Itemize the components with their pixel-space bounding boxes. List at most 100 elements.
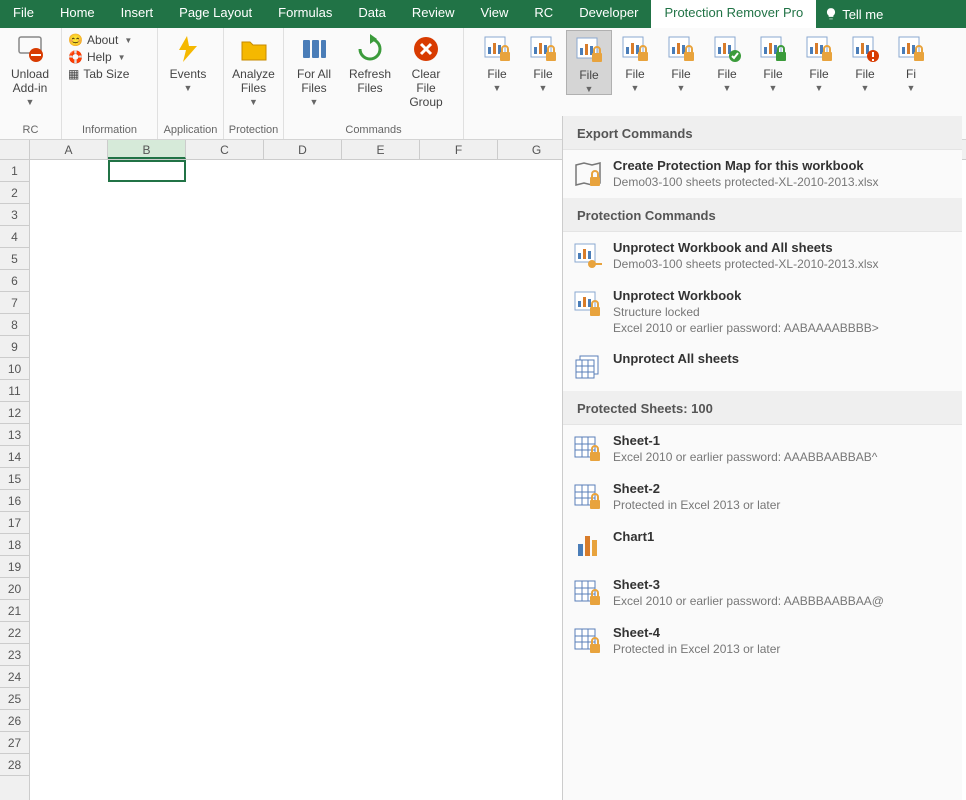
row-header-20[interactable]: 20 [0, 578, 29, 600]
row-header-5[interactable]: 5 [0, 248, 29, 270]
file-dropdown-menu: Export Commands Create Protection Map fo… [562, 116, 962, 800]
row-header-23[interactable]: 23 [0, 644, 29, 666]
sheet-item[interactable]: Sheet-3Excel 2010 or earlier password: A… [563, 569, 962, 617]
file-lock-icon [481, 33, 513, 65]
row-header-28[interactable]: 28 [0, 754, 29, 776]
row-header-2[interactable]: 2 [0, 182, 29, 204]
column-header-F[interactable]: F [420, 140, 498, 159]
chevron-down-icon: ▼ [907, 83, 916, 93]
tab-rc[interactable]: RC [521, 0, 566, 28]
events-button[interactable]: Events ▼ [160, 30, 216, 93]
column-header-E[interactable]: E [342, 140, 420, 159]
select-all-corner[interactable] [0, 140, 30, 160]
row-header-13[interactable]: 13 [0, 424, 29, 446]
row-header-1[interactable]: 1 [0, 160, 29, 182]
create-protection-map-item[interactable]: Create Protection Map for this workbook … [563, 150, 962, 198]
section-export-commands: Export Commands [563, 116, 962, 150]
file-button-3[interactable]: File▼ [566, 30, 612, 95]
sheet-item[interactable]: Chart1 [563, 521, 962, 569]
unprotect-wb-all-item[interactable]: Unprotect Workbook and All sheets Demo03… [563, 232, 962, 280]
row-header-11[interactable]: 11 [0, 380, 29, 402]
row-header-6[interactable]: 6 [0, 270, 29, 292]
unprotect-workbook-item[interactable]: Unprotect Workbook Structure locked Exce… [563, 280, 962, 343]
row-header-24[interactable]: 24 [0, 666, 29, 688]
file-button-10[interactable]: Fi▼ [888, 30, 934, 93]
row-header-12[interactable]: 12 [0, 402, 29, 424]
file-button-2[interactable]: File▼ [520, 30, 566, 93]
tab-home[interactable]: Home [47, 0, 108, 28]
row-header-22[interactable]: 22 [0, 622, 29, 644]
file-button-5[interactable]: File▼ [658, 30, 704, 93]
row-header-18[interactable]: 18 [0, 534, 29, 556]
refresh-files-button[interactable]: Refresh Files [342, 30, 398, 95]
file-button-9[interactable]: File▼ [842, 30, 888, 93]
row-header-4[interactable]: 4 [0, 226, 29, 248]
about-button[interactable]: 😊 About ▼ [68, 33, 132, 47]
column-header-C[interactable]: C [186, 140, 264, 159]
file-button-4[interactable]: File▼ [612, 30, 658, 93]
chart-icon [571, 529, 603, 561]
unprotect-all-sheets-item[interactable]: Unprotect All sheets [563, 343, 962, 391]
row-header-7[interactable]: 7 [0, 292, 29, 314]
row-header-8[interactable]: 8 [0, 314, 29, 336]
tab-review[interactable]: Review [399, 0, 468, 28]
row-header-15[interactable]: 15 [0, 468, 29, 490]
sheet-item[interactable]: Sheet-2Protected in Excel 2013 or later [563, 473, 962, 521]
section-protected-sheets: Protected Sheets: 100 [563, 391, 962, 425]
section-protection-commands: Protection Commands [563, 198, 962, 232]
row-header-14[interactable]: 14 [0, 446, 29, 468]
file-button-8[interactable]: File▼ [796, 30, 842, 93]
column-header-D[interactable]: D [264, 140, 342, 159]
row-header-3[interactable]: 3 [0, 204, 29, 226]
file-button-6[interactable]: File▼ [704, 30, 750, 93]
refresh-icon [354, 33, 386, 65]
file-button-7[interactable]: File▼ [750, 30, 796, 93]
tab-data[interactable]: Data [345, 0, 398, 28]
file-button-1[interactable]: File▼ [474, 30, 520, 93]
row-header-10[interactable]: 10 [0, 358, 29, 380]
tab-developer[interactable]: Developer [566, 0, 651, 28]
file-lock-icon [665, 33, 697, 65]
map-lock-icon [571, 158, 603, 190]
tabsize-button[interactable]: ▦ Tab Size [68, 67, 132, 81]
file-lock-icon [849, 33, 881, 65]
tab-page-layout[interactable]: Page Layout [166, 0, 265, 28]
file-lock-icon [573, 34, 605, 66]
unload-addin-button[interactable]: Unload Add-in ▼ [2, 30, 58, 107]
analyze-files-button[interactable]: Analyze Files ▼ [226, 30, 281, 107]
row-header-25[interactable]: 25 [0, 688, 29, 710]
row-header-19[interactable]: 19 [0, 556, 29, 578]
sheet-item[interactable]: Sheet-1Excel 2010 or earlier password: A… [563, 425, 962, 473]
row-header-21[interactable]: 21 [0, 600, 29, 622]
tab-view[interactable]: View [467, 0, 521, 28]
sheet-lock-icon [571, 481, 603, 513]
row-header-27[interactable]: 27 [0, 732, 29, 754]
tab-file[interactable]: File [0, 0, 47, 28]
active-cell[interactable] [108, 160, 186, 182]
chevron-down-icon: ▼ [769, 83, 778, 93]
row-headers[interactable]: 1234567891011121314151617181920212223242… [0, 160, 30, 800]
row-header-16[interactable]: 16 [0, 490, 29, 512]
column-header-B[interactable]: B [108, 140, 186, 159]
tab-protection-remover-pro[interactable]: Protection Remover Pro [651, 0, 816, 28]
for-all-files-button[interactable]: For All Files ▼ [286, 30, 342, 107]
workbook-lock-icon [571, 288, 603, 320]
file-lock-icon [757, 33, 789, 65]
tab-formulas[interactable]: Formulas [265, 0, 345, 28]
chevron-down-icon: ▼ [815, 83, 824, 93]
sheet-item[interactable]: Sheet-4Protected in Excel 2013 or later [563, 617, 962, 665]
tell-me-button[interactable]: Tell me [816, 0, 891, 28]
help-button[interactable]: 🛟 Help ▼ [68, 50, 132, 64]
row-header-26[interactable]: 26 [0, 710, 29, 732]
column-header-A[interactable]: A [30, 140, 108, 159]
file-lock-icon [619, 33, 651, 65]
file-lock-icon [527, 33, 559, 65]
tab-insert[interactable]: Insert [108, 0, 167, 28]
clear-file-group-button[interactable]: Clear File Group [398, 30, 454, 109]
row-header-9[interactable]: 9 [0, 336, 29, 358]
row-header-17[interactable]: 17 [0, 512, 29, 534]
file-lock-icon [803, 33, 835, 65]
grid-icon: ▦ [68, 67, 79, 81]
sheets-icon [571, 351, 603, 383]
chevron-down-icon: ▼ [26, 97, 35, 107]
